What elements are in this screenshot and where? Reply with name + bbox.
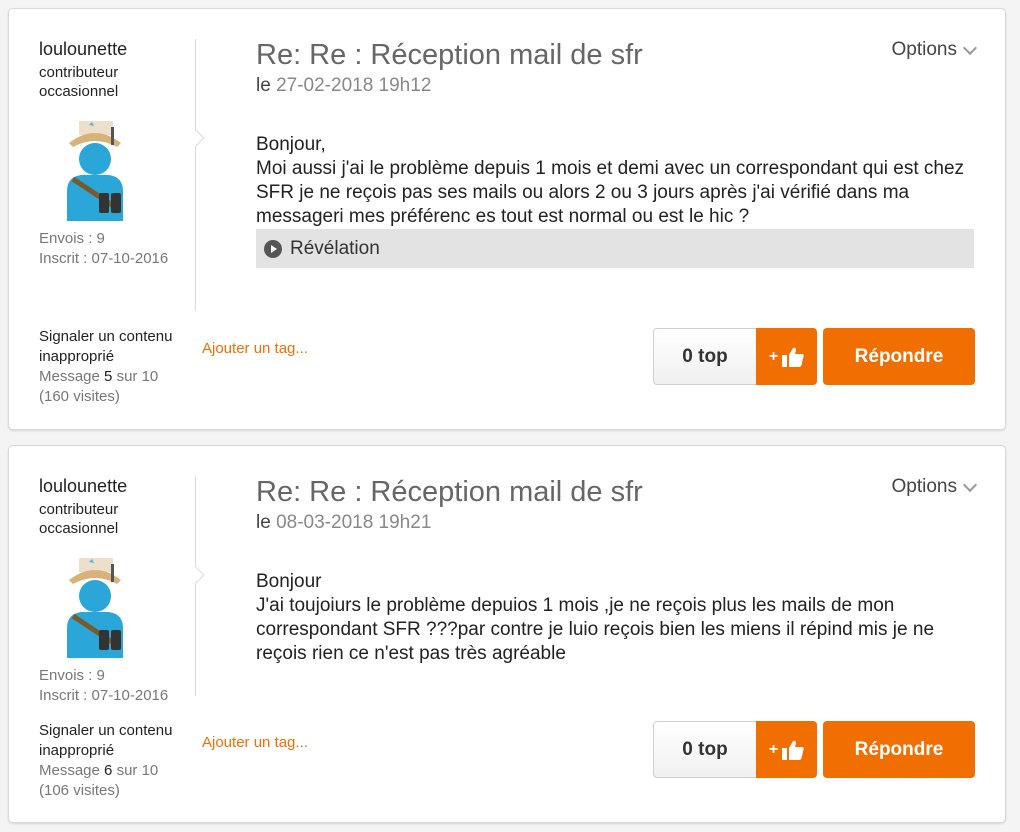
- chevron-down-icon[interactable]: [962, 477, 978, 492]
- body-paragraph: J'ai toujoiurs le problème depuios 1 moi…: [256, 595, 935, 664]
- body-paragraph: Bonjour: [256, 571, 322, 592]
- date-prefix: le: [256, 75, 271, 96]
- author-rank: contributeur occasionnel: [39, 501, 119, 537]
- author-rank: contributeur occasionnel: [39, 64, 119, 100]
- give-kudo-button[interactable]: +: [756, 721, 817, 778]
- kudo-count: 0 top: [653, 328, 757, 385]
- post-footer-info: Signaler un contenu inapproprié Message …: [39, 721, 194, 801]
- post-subject[interactable]: Re: Re : Réception mail de sfr: [256, 476, 643, 509]
- thumbs-up-icon: [782, 347, 804, 367]
- report-link[interactable]: Signaler un contenu inapproprié: [39, 721, 194, 761]
- author-name[interactable]: loulounette: [39, 39, 199, 59]
- visit-count: (160 visites): [39, 388, 120, 405]
- give-kudo-button[interactable]: +: [756, 328, 817, 385]
- date-value: 08-03-2018 19h21: [276, 512, 432, 533]
- message-position: Message 5 sur 10: [39, 368, 159, 385]
- spoiler-toggle[interactable]: Révélation: [256, 229, 974, 268]
- date-prefix: le: [256, 512, 271, 533]
- author-panel: loulounette contributeur occasionnel Env…: [39, 39, 199, 267]
- thumbs-up-icon: [782, 740, 804, 760]
- joined-date: Inscrit : 07-10-2016: [39, 687, 169, 704]
- reply-button[interactable]: Répondre: [823, 721, 975, 778]
- post-footer-info: Signaler un contenu inapproprié Message …: [39, 327, 194, 407]
- avatar[interactable]: [59, 558, 131, 658]
- post-body: Bonjour J'ai toujoiurs le problème depui…: [256, 570, 976, 666]
- author-stats: Envois : 9 Inscrit : 07-10-2016: [39, 229, 168, 269]
- add-tag-link[interactable]: Ajouter un tag...: [202, 340, 308, 357]
- divider-notch: [187, 566, 205, 584]
- options-menu[interactable]: Options: [892, 476, 978, 498]
- posts-count: Envois : 9: [39, 667, 105, 684]
- avatar[interactable]: [59, 121, 131, 221]
- report-link[interactable]: Signaler un contenu inapproprié: [39, 327, 194, 367]
- add-tag-link[interactable]: Ajouter un tag...: [202, 734, 308, 751]
- author-stats: Envois : 9 Inscrit : 07-10-2016: [39, 666, 168, 706]
- options-label[interactable]: Options: [892, 39, 957, 61]
- divider-notch: [187, 129, 205, 147]
- author-panel: loulounette contributeur occasionnel Env…: [39, 476, 199, 704]
- forum-post: loulounette contributeur occasionnel Env…: [8, 8, 1006, 430]
- divider: [195, 39, 196, 311]
- play-circle-icon: [264, 239, 282, 258]
- posts-count: Envois : 9: [39, 230, 105, 247]
- body-paragraph: Bonjour,: [256, 134, 326, 155]
- options-label[interactable]: Options: [892, 476, 957, 498]
- spoiler-label: Révélation: [290, 237, 380, 259]
- joined-date: Inscrit : 07-10-2016: [39, 250, 169, 267]
- visit-count: (106 visites): [39, 782, 120, 799]
- divider: [195, 476, 196, 696]
- chevron-down-icon[interactable]: [962, 40, 978, 55]
- post-date: le 27-02-2018 19h12: [256, 75, 431, 97]
- post-subject[interactable]: Re: Re : Réception mail de sfr: [256, 39, 643, 72]
- reply-button[interactable]: Répondre: [823, 328, 975, 385]
- body-paragraph: Moi aussi j'ai le problème depuis 1 mois…: [256, 158, 965, 227]
- message-position: Message 6 sur 10: [39, 762, 159, 779]
- options-menu[interactable]: Options: [892, 39, 978, 61]
- kudo-count: 0 top: [653, 721, 757, 778]
- post-date: le 08-03-2018 19h21: [256, 512, 431, 534]
- date-value: 27-02-2018 19h12: [276, 75, 432, 96]
- post-body: Bonjour, Moi aussi j'ai le problème depu…: [256, 133, 976, 229]
- forum-post: loulounette contributeur occasionnel Env…: [8, 445, 1006, 823]
- author-name[interactable]: loulounette: [39, 476, 199, 496]
